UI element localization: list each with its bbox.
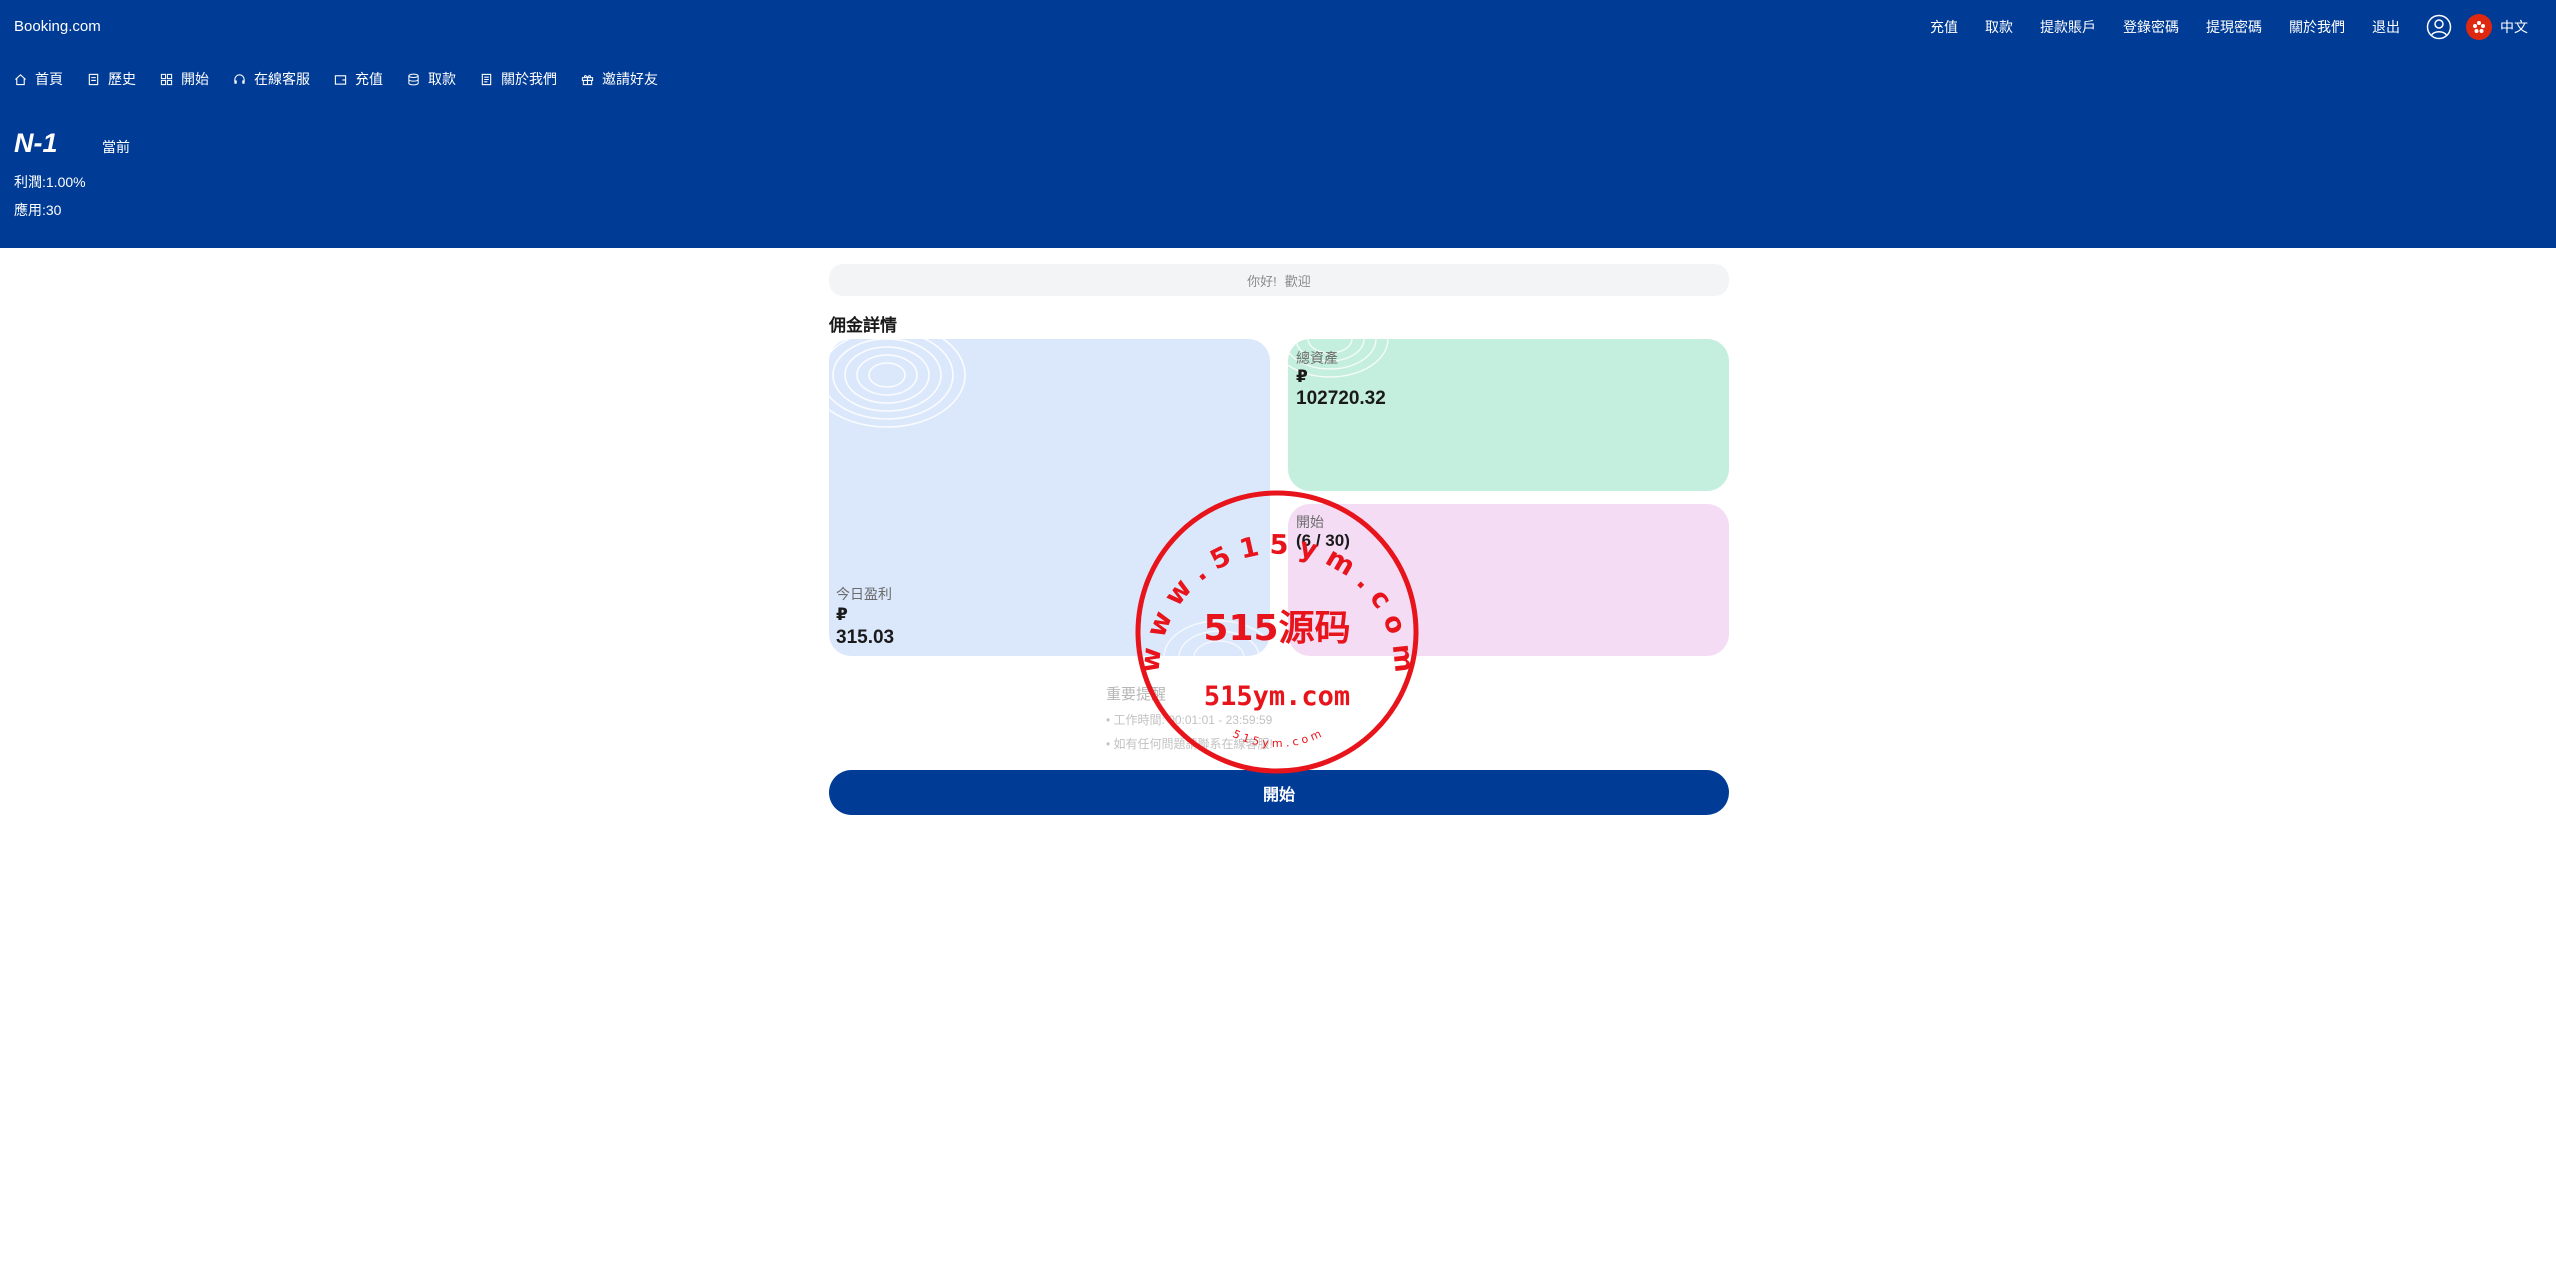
hong-kong-flag-icon[interactable]	[2466, 14, 2492, 40]
subnav-history-label: 歷史	[108, 71, 136, 87]
level-name: N-1	[14, 128, 58, 158]
today-profit-value: 315.03	[836, 627, 895, 648]
coins-icon	[408, 73, 419, 85]
level-apply: 應用:30	[14, 202, 62, 218]
top-nav-recharge[interactable]: 充值	[1930, 17, 1958, 37]
subnav-recharge-label: 充值	[355, 71, 383, 87]
subnav-online-service[interactable]: 在線客服	[233, 69, 310, 89]
sub-nav: 首頁 歷史 開始 在線客服 充值 取款 關於我們 邀請好友	[14, 69, 682, 89]
start-progress-card: 開始 (6 / 30)	[1288, 504, 1729, 656]
grid-icon	[160, 73, 173, 85]
total-assets-value: 102720.32	[1296, 388, 1386, 409]
subnav-start[interactable]: 開始	[160, 69, 209, 89]
user-icon[interactable]	[2426, 14, 2452, 40]
start-button[interactable]: 開始	[829, 770, 1729, 815]
start-progress-label: 開始	[1296, 514, 1324, 530]
notice-title: 重要提醒	[1106, 686, 1167, 703]
subnav-home[interactable]: 首頁	[14, 69, 63, 89]
notice-line-contact: • 如有任何問題請聯系在線客服!	[1106, 737, 1273, 751]
subnav-withdraw[interactable]: 取款	[407, 69, 456, 89]
brand-logo[interactable]: Booking.com	[14, 18, 101, 35]
today-profit-card: 今日盈利 ₽ 315.03	[829, 339, 1270, 656]
today-profit-currency: ₽	[836, 605, 848, 624]
subnav-withdraw-label: 取款	[428, 71, 456, 87]
level-status: 當前	[102, 139, 130, 155]
top-nav-withdraw[interactable]: 取款	[1985, 17, 2013, 37]
headset-icon	[234, 73, 245, 84]
language-selector[interactable]: 中文	[2500, 17, 2528, 37]
home-icon	[15, 73, 26, 85]
subnav-online-service-label: 在線客服	[254, 71, 310, 87]
subnav-invite[interactable]: 邀請好友	[581, 69, 658, 89]
today-profit-label: 今日盈利	[836, 586, 892, 602]
total-assets-card: 總資產 ₽ 102720.32	[1288, 339, 1729, 491]
top-nav-withdraw-account[interactable]: 提款賬戶	[2040, 17, 2096, 37]
subnav-history[interactable]: 歷史	[87, 69, 136, 89]
notice-line-hours: • 工作時間: 00:01:01 - 23:59:59	[1106, 713, 1273, 727]
total-assets-currency: ₽	[1296, 367, 1308, 386]
header: Booking.com 充值 取款 提款賬戶 登錄密碼 提現密碼 關於我們 退出…	[0, 0, 2556, 248]
gift-icon	[581, 74, 594, 85]
top-nav-logout[interactable]: 退出	[2372, 17, 2400, 37]
greeting-bar: 你好! 歡迎	[829, 264, 1729, 296]
important-notice: 重要提醒 • 工作時間: 00:01:01 - 23:59:59 • 如有任何問…	[1106, 683, 1273, 752]
decorative-rings-icon	[829, 339, 966, 428]
decorative-rings-icon	[1163, 620, 1270, 656]
subnav-invite-label: 邀請好友	[602, 71, 658, 87]
wallet-icon	[334, 74, 347, 85]
subnav-about[interactable]: 關於我們	[480, 69, 557, 89]
greeting-hello: 你好!	[1247, 273, 1277, 289]
subnav-home-label: 首頁	[35, 71, 63, 87]
commission-title: 佣金詳情	[829, 316, 897, 335]
top-nav-login-password[interactable]: 登錄密碼	[2123, 17, 2179, 37]
level-profit: 利潤:1.00%	[14, 174, 86, 190]
subnav-start-label: 開始	[181, 71, 209, 87]
subnav-about-label: 關於我們	[501, 71, 557, 87]
total-assets-label: 總資產	[1296, 350, 1338, 366]
greeting-welcome: 歡迎	[1284, 273, 1311, 289]
document-icon	[88, 73, 99, 85]
top-nav-withdraw-password[interactable]: 提現密碼	[2206, 17, 2262, 37]
subnav-recharge[interactable]: 充值	[334, 69, 383, 89]
top-nav-about[interactable]: 關於我們	[2289, 17, 2345, 37]
top-nav: 充值 取款 提款賬戶 登錄密碼 提現密碼 關於我們 退出 中文	[1903, 12, 2528, 42]
info-document-icon	[481, 73, 492, 85]
start-progress-value: (6 / 30)	[1296, 531, 1350, 550]
